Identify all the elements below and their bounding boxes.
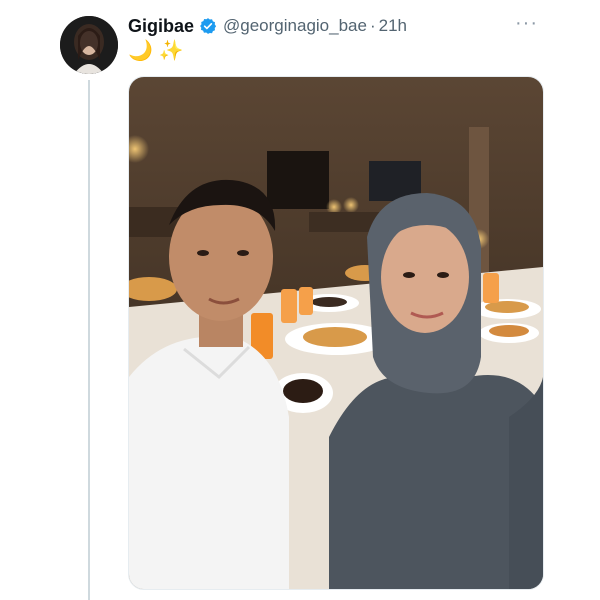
tweet-text: 🌙 ✨ — [128, 38, 184, 64]
sparkles-emoji: ✨ — [158, 40, 184, 62]
display-name[interactable]: Gigibae — [128, 16, 194, 37]
tweet-photo[interactable] — [128, 76, 544, 590]
photo-image — [129, 77, 543, 589]
more-options-icon[interactable]: ··· — [515, 12, 538, 35]
thread-line — [88, 80, 90, 600]
timestamp[interactable]: 21h — [379, 16, 407, 36]
user-handle[interactable]: @georginagio_bae — [223, 16, 367, 36]
avatar[interactable] — [60, 16, 118, 74]
crescent-moon-emoji: 🌙 — [128, 40, 153, 62]
tweet[interactable]: Gigibae @georginagio_bae · 21h ··· 🌙 ✨ — [0, 0, 600, 600]
avatar-image — [60, 16, 118, 74]
verified-badge-icon — [199, 17, 217, 35]
tweet-header: Gigibae @georginagio_bae · 21h — [128, 14, 407, 38]
separator-dot: · — [369, 16, 376, 35]
